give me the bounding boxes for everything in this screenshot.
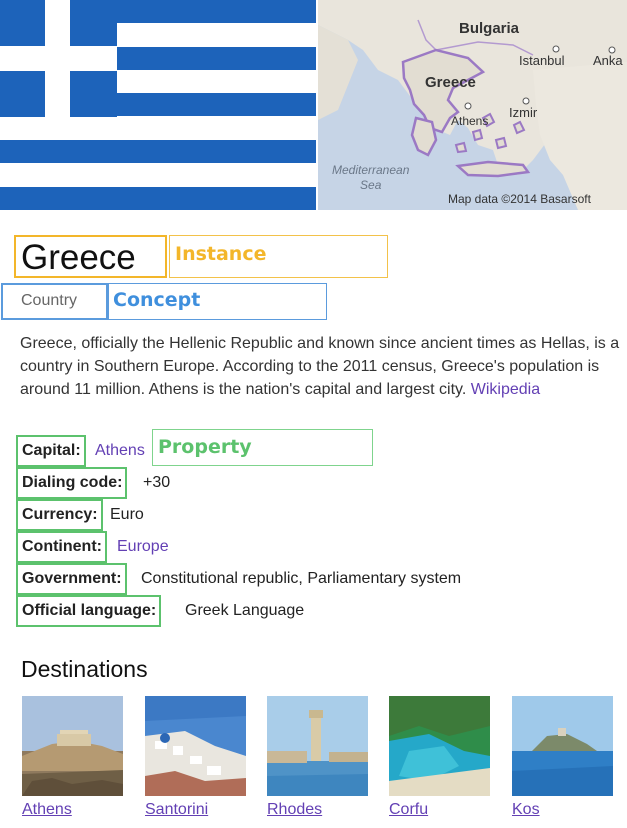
wikipedia-link[interactable]: Wikipedia bbox=[471, 381, 540, 398]
sea-label-line2: Sea bbox=[360, 178, 382, 192]
destination-thumbnail-rhodes[interactable] bbox=[267, 696, 368, 796]
concept-annotation-label: Concept bbox=[113, 289, 201, 311]
destination-thumbnail-santorini[interactable] bbox=[145, 696, 246, 796]
property-value-link[interactable]: Athens bbox=[95, 442, 145, 460]
map-image[interactable]: Bulgaria Istanbul Anka Greece Athens Izm… bbox=[318, 0, 627, 210]
entity-type: Country bbox=[21, 292, 78, 309]
property-key: Dialing code: bbox=[16, 467, 128, 499]
property-key: Official language: bbox=[16, 595, 162, 627]
map-label-istanbul: Istanbul bbox=[519, 53, 565, 68]
destinations-heading: Destinations bbox=[21, 656, 148, 682]
map-label-athens: Athens bbox=[451, 114, 489, 128]
map-label-ankara: Anka bbox=[593, 53, 623, 68]
destination-thumbnail-kos[interactable] bbox=[512, 696, 613, 796]
property-key: Continent: bbox=[16, 531, 107, 563]
map-label-greece: Greece bbox=[425, 74, 476, 91]
property-value-link[interactable]: Europe bbox=[117, 538, 169, 556]
destination-link-athens[interactable]: Athens bbox=[22, 801, 72, 819]
destination-link-corfu[interactable]: Corfu bbox=[389, 801, 428, 819]
property-value: Greek Language bbox=[185, 602, 305, 619]
property-key: Government: bbox=[16, 563, 127, 595]
destination-link-rhodes[interactable]: Rhodes bbox=[267, 801, 322, 819]
greek-flag-image[interactable] bbox=[0, 0, 316, 210]
destination-thumbnail-corfu[interactable] bbox=[389, 696, 490, 796]
map-label-bulgaria: Bulgaria bbox=[459, 20, 520, 37]
destination-thumbnail-athens[interactable] bbox=[22, 696, 123, 796]
entity-title: Greece bbox=[21, 238, 136, 277]
property-key: Currency: bbox=[16, 499, 103, 531]
instance-annotation-label: Instance bbox=[175, 243, 267, 265]
destination-link-santorini[interactable]: Santorini bbox=[145, 801, 208, 819]
property-value: Euro bbox=[110, 506, 144, 523]
sea-label-line1: Mediterranean bbox=[332, 163, 410, 177]
property-value: +30 bbox=[143, 474, 171, 491]
property-value: Constitutional republic, Parliamentary s… bbox=[141, 570, 462, 587]
entity-description: Greece, officially the Hellenic Republic… bbox=[20, 332, 620, 401]
map-label-mediterranean-sea: Mediterranean Sea bbox=[332, 163, 409, 193]
property-key: Capital: bbox=[16, 435, 86, 467]
map-label-izmir: Izmir bbox=[509, 105, 538, 120]
map-credit: Map data ©2014 Basarsoft bbox=[448, 192, 591, 206]
property-annotation-label: Property bbox=[158, 436, 252, 458]
destination-link-kos[interactable]: Kos bbox=[512, 801, 540, 819]
